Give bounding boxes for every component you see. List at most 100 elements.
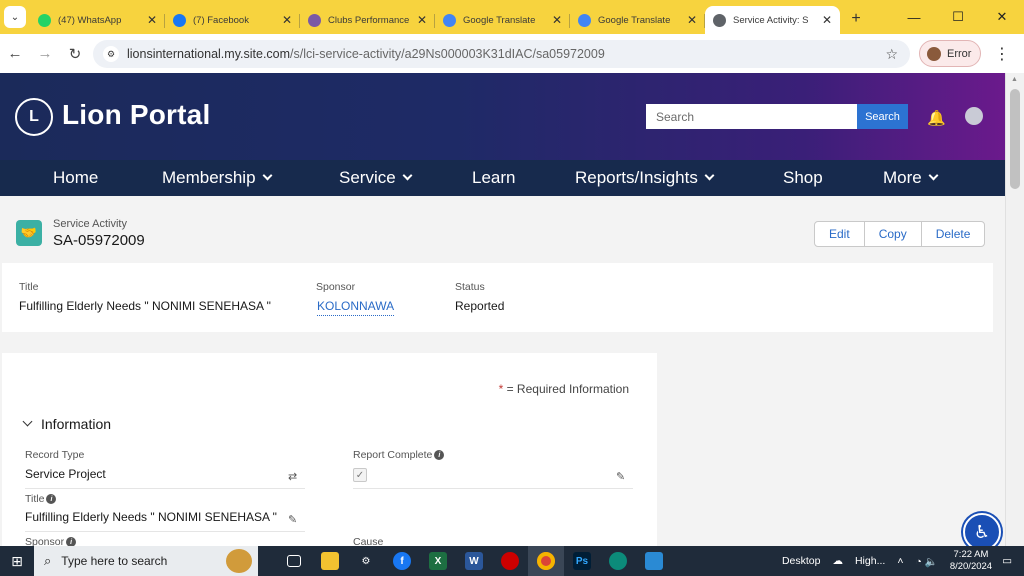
browser-tab-title: (47) WhatsApp [58,14,122,26]
chevron-down-icon [402,170,413,181]
portal-header: L Lion Portal Search 🔔 [0,73,1005,160]
close-tab-icon[interactable]: ✕ [417,13,427,27]
close-window-icon[interactable]: ✕ [980,0,1024,34]
system-tray: Desktop ☁ High... ˄ ◔ 🔈 7:22 AM 8/20/202… [782,546,1024,576]
portal-search-button[interactable]: Search [857,104,908,129]
close-tab-icon[interactable]: ✕ [147,13,157,27]
change-record-type-icon[interactable]: ⇄ [288,470,297,483]
close-tab-icon[interactable]: ✕ [552,13,562,27]
back-icon[interactable]: ← [0,45,30,62]
word-icon[interactable]: W [456,546,492,576]
highlights-panel: Title Fulfilling Elderly Needs " NONIMI … [2,263,993,332]
system-clock[interactable]: 7:22 AM 8/20/2024 [950,549,992,573]
windows-taskbar: ⊞ ⌕ Type here to search ⚙ f X W Ps Deskt… [0,546,1024,576]
section-title: Information [41,416,112,432]
file-explorer-icon[interactable] [312,546,348,576]
record-id: SA-05972009 [53,232,145,249]
search-highlight-icon [226,549,252,573]
nav-service[interactable]: Service [339,168,413,188]
field-divider [25,531,305,532]
delete-button[interactable]: Delete [920,221,986,247]
notification-center-icon[interactable]: ▭ [1002,555,1012,567]
translate-icon [443,13,456,27]
highlight-status-label: Status [455,281,485,293]
information-section-toggle[interactable]: Information [22,416,112,432]
edge-icon[interactable] [600,546,636,576]
task-view-icon[interactable] [276,546,312,576]
windows-start-icon[interactable]: ⊞ [0,553,34,570]
settings-icon[interactable]: ⚙ [348,546,384,576]
chrome-icon[interactable] [528,546,564,576]
details-card: * = Required Information Information Rec… [2,353,657,553]
field-divider [353,488,633,489]
report-complete-checkbox: ✓ [353,468,367,482]
weather-text[interactable]: High... [855,555,885,567]
nav-reports-insights[interactable]: Reports/Insights [575,168,715,188]
info-icon[interactable]: i [46,494,57,504]
service-activity-icon: 🤝 [16,220,42,246]
portal-search-input[interactable] [646,104,857,129]
forward-icon[interactable]: → [30,45,60,62]
nav-membership[interactable]: Membership [162,168,272,188]
scrollbar-thumb[interactable] [1010,89,1020,189]
nav-more[interactable]: More [883,168,939,188]
minimize-icon[interactable]: — [892,0,936,34]
bookmark-star-icon[interactable]: ☆ [885,46,898,63]
field-divider [25,488,305,489]
photoshop-icon[interactable]: Ps [564,546,600,576]
url-field[interactable]: ⚙ lionsinternational.my.site.com/s/lci-s… [93,40,910,68]
browser-tab[interactable]: Google Translate ✕ [435,6,570,34]
copy-button[interactable]: Copy [863,221,922,247]
network-volume-icon[interactable]: ◔ 🔈 [915,555,937,568]
browser-tab[interactable]: Service Activity: S ✕ [705,6,840,34]
highlight-status-value: Reported [455,299,505,313]
new-tab-button[interactable]: + [844,7,868,31]
highlight-sponsor-link[interactable]: KOLONNAWA [317,299,395,316]
chevron-down-icon [262,170,272,181]
site-info-icon[interactable]: ⚙ [103,46,119,62]
edit-pencil-icon[interactable]: ✎ [288,513,297,526]
desktop-toolbar[interactable]: Desktop [782,555,821,567]
close-tab-icon[interactable]: ✕ [822,13,832,27]
reload-icon[interactable]: ↻ [60,45,90,63]
browser-tab[interactable]: Clubs Performance ✕ [300,6,435,34]
browser-tab[interactable]: Google Translate ✕ [570,6,705,34]
scroll-up-icon[interactable]: ▲ [1011,76,1018,83]
profile-error-button[interactable]: Error [919,40,981,67]
browser-menu-icon[interactable]: ⋮ [994,44,1010,64]
nav-shop[interactable]: Shop [783,168,823,188]
edit-pencil-icon[interactable]: ✎ [616,470,625,483]
nav-home[interactable]: Home [53,168,98,188]
taskbar-search-box[interactable]: ⌕ Type here to search [34,546,258,576]
weather-icon[interactable]: ☁ [832,555,843,567]
address-bar: ← → ↻ ⚙ lionsinternational.my.site.com/s… [0,34,1024,73]
app-red-icon[interactable] [492,546,528,576]
lions-icon [308,13,321,27]
nav-learn[interactable]: Learn [472,168,515,188]
chevron-down-icon [704,170,715,181]
info-icon[interactable]: i [434,450,445,460]
close-tab-icon[interactable]: ✕ [687,13,697,27]
window-controls: — ☐ ✕ [892,0,1024,34]
edit-button[interactable]: Edit [814,221,865,247]
url-path: /s/lci-service-activity/a29Ns000003K31dI… [290,47,605,61]
profile-avatar-icon [927,46,941,61]
tray-chevron-icon[interactable]: ˄ [897,555,903,567]
browser-tab[interactable]: (7) Facebook ✕ [165,6,300,34]
portal-logo-text[interactable]: Lion Portal [62,99,210,131]
url-host: lionsinternational.my.site.com [127,47,291,61]
page-scrollbar[interactable]: ▲ [1005,73,1024,546]
notification-bell-icon[interactable]: 🔔 [927,109,946,127]
excel-icon[interactable]: X [420,546,456,576]
title-field-value: Fulfilling Elderly Needs " NONIMI SENEHA… [25,510,277,524]
chevron-down-icon [928,170,939,181]
browser-tab[interactable]: (47) WhatsApp ✕ [30,6,165,34]
close-tab-icon[interactable]: ✕ [282,13,292,27]
record-type-field-label: Record Type [25,449,85,461]
maximize-icon[interactable]: ☐ [936,0,980,34]
facebook-app-icon[interactable]: f [384,546,420,576]
tab-search-button[interactable]: ⌄ [4,6,26,28]
photos-icon[interactable] [636,546,672,576]
user-profile-icon[interactable] [965,107,983,125]
lions-logo-icon[interactable]: L [15,98,53,136]
